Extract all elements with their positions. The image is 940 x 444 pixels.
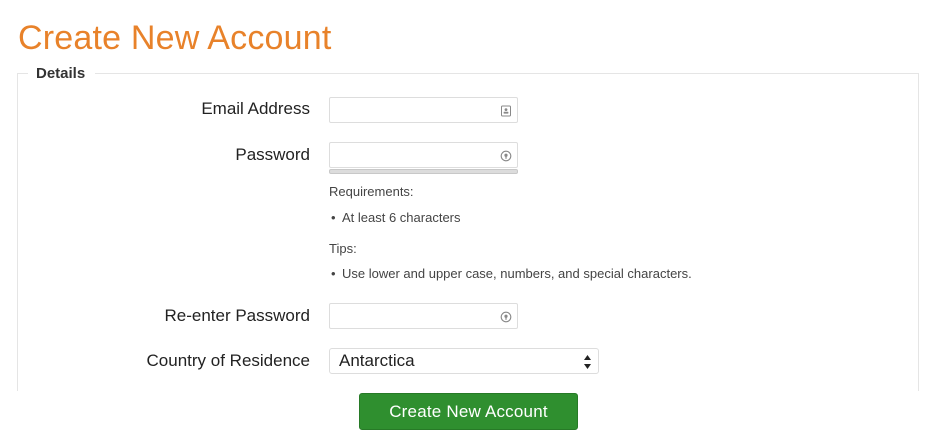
- contact-card-icon: [500, 104, 512, 117]
- create-account-button[interactable]: Create New Account: [359, 393, 578, 430]
- page-title: Create New Account: [18, 19, 332, 57]
- select-arrows-icon: [583, 353, 592, 369]
- reenter-password-label: Re-enter Password: [164, 306, 310, 325]
- email-field[interactable]: [329, 97, 518, 123]
- tips-heading: Tips:: [329, 241, 357, 256]
- password-field[interactable]: [329, 142, 518, 168]
- country-select[interactable]: Antarctica: [329, 348, 599, 374]
- password-strength-meter: [329, 169, 518, 174]
- requirement-text: At least 6 characters: [342, 210, 461, 225]
- country-label: Country of Residence: [146, 351, 310, 370]
- reenter-password-field[interactable]: [329, 303, 518, 329]
- country-selected-value: Antarctica: [339, 351, 415, 370]
- bullet-dot: •: [331, 266, 336, 281]
- password-reveal-icon[interactable]: [500, 149, 512, 162]
- tip-item: • Use lower and upper case, numbers, and …: [331, 266, 692, 282]
- requirement-item: • At least 6 characters: [331, 210, 461, 226]
- details-legend: Details: [28, 64, 96, 84]
- create-account-page: Create New Account Details Email Address…: [0, 0, 940, 444]
- requirements-heading: Requirements:: [329, 184, 414, 199]
- password-label: Password: [235, 145, 310, 164]
- password-reveal-icon[interactable]: [500, 310, 512, 323]
- tip-text: Use lower and upper case, numbers, and s…: [342, 266, 692, 281]
- email-label: Email Address: [201, 99, 310, 118]
- bullet-dot: •: [331, 210, 336, 225]
